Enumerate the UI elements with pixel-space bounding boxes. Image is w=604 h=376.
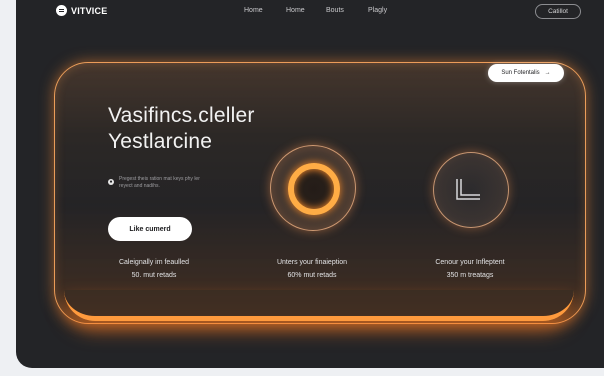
nav-link-plagly[interactable]: Plagly (368, 7, 387, 14)
arrow-right-icon: → (544, 70, 551, 76)
stat-label: Cenour your Infleptent (435, 259, 505, 266)
hero-title-line-2: Yestlarcine (108, 130, 213, 153)
hero-badge-button[interactable]: Sun Fotentalis → (488, 64, 564, 82)
stat-value: 50. mut retads (131, 272, 177, 279)
stat-item: Caleignally im feaulled 50. mut retads (84, 256, 224, 282)
hero-badge-label: Sun Fotentalis (501, 70, 540, 76)
stat-value: 350 m treatags (446, 272, 494, 279)
hero-glow-edge (64, 290, 574, 321)
nav-link-home[interactable]: Home (244, 7, 263, 14)
ring-icon (288, 163, 340, 215)
app-window: VITVICE Home Home Bouts Plagly Catillot … (16, 0, 604, 368)
stat-label: Unters your finaieption (276, 259, 348, 266)
hero-title: Vasifincs.cleller Yestlarcine (108, 103, 255, 155)
brand-name: VITVICE (71, 5, 108, 16)
info-icon: ● (108, 179, 114, 185)
brand-logo[interactable]: VITVICE (56, 5, 107, 16)
stat-item: Cenour your Infleptent 350 m treatags (400, 256, 540, 282)
nav-link-home-secondary[interactable]: Home (286, 7, 305, 14)
hero-title-line-1: Vasifincs.cleller (108, 104, 255, 127)
hero-note: ● Pregest theis ration mat keys phy ler … (108, 176, 209, 190)
stat-item: Unters your finaieption 60% mut retads (242, 256, 382, 282)
primary-cta-button[interactable]: Like cumerd (108, 217, 192, 241)
stat-value: 60% mut retads (287, 272, 337, 279)
l-shape-icon (456, 179, 480, 200)
nav-cta-button[interactable]: Catillot (535, 4, 581, 19)
nav-link-bouts[interactable]: Bouts (326, 7, 344, 14)
hero-note-text: Pregest theis ration mat keys phy ler re… (119, 176, 200, 189)
top-navigation: VITVICE Home Home Bouts Plagly Catillot (16, 0, 604, 26)
stat-label: Caleignally im feaulled (118, 259, 190, 266)
logo-icon (56, 5, 67, 16)
